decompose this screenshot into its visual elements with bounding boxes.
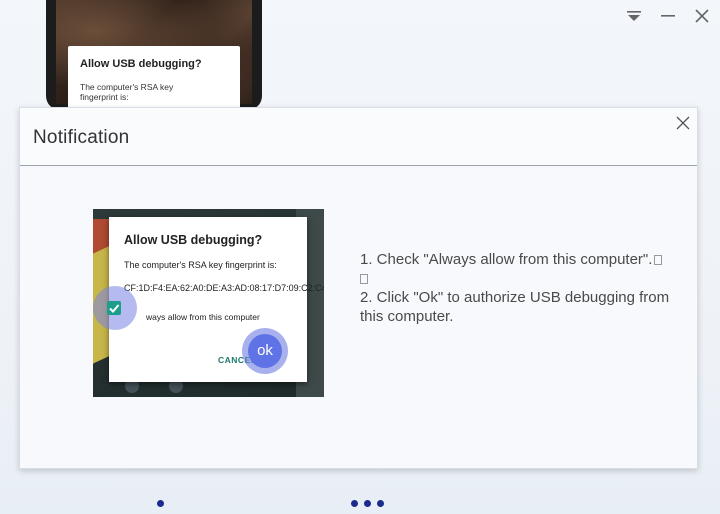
ok-button: ok	[248, 334, 282, 368]
close-window-icon[interactable]	[692, 6, 712, 26]
notification-panel: Notification Allow USB debugging? The co…	[19, 107, 698, 469]
missing-glyph-icon	[654, 255, 663, 266]
notification-header: Notification	[20, 108, 697, 166]
usb-dialog-title: Allow USB debugging?	[124, 233, 263, 247]
instructions: 1. Check "Always allow from this compute…	[360, 250, 680, 326]
pager-dot[interactable]	[157, 500, 164, 507]
background-dialog-text: The computer's RSA key fingerprint is:	[80, 82, 174, 102]
always-allow-label: ways allow from this computer	[146, 312, 260, 322]
window-controls	[624, 6, 712, 26]
tutorial-screenshot: Allow USB debugging? The computer's RSA …	[93, 209, 324, 397]
background-dialog-title: Allow USB debugging?	[80, 58, 202, 70]
instruction-separator	[360, 269, 680, 288]
check-icon	[109, 304, 120, 313]
close-icon[interactable]	[675, 115, 691, 131]
instruction-step-2: 2. Click "Ok" to authorize USB debugging…	[360, 289, 670, 325]
missing-glyph-icon	[360, 274, 368, 285]
pager-dot[interactable]	[364, 500, 371, 507]
dropdown-menu-icon[interactable]	[624, 6, 644, 26]
pager-dot[interactable]	[351, 500, 358, 507]
minimize-icon[interactable]	[658, 6, 678, 26]
usb-dialog-text: The computer's RSA key fingerprint is:	[124, 260, 277, 270]
pager-dot[interactable]	[377, 500, 384, 507]
instruction-step-1: 1. Check "Always allow from this compute…	[360, 251, 653, 268]
background-usb-dialog: Allow USB debugging? The computer's RSA …	[68, 46, 240, 110]
notification-title: Notification	[33, 127, 130, 148]
background-phone: Allow USB debugging? The computer's RSA …	[46, 0, 262, 110]
always-allow-checkbox	[107, 301, 121, 315]
rsa-fingerprint: CF:1D:F4:EA:62:A0:DE:A3:AD:08:17:D7:09:C…	[124, 283, 324, 293]
